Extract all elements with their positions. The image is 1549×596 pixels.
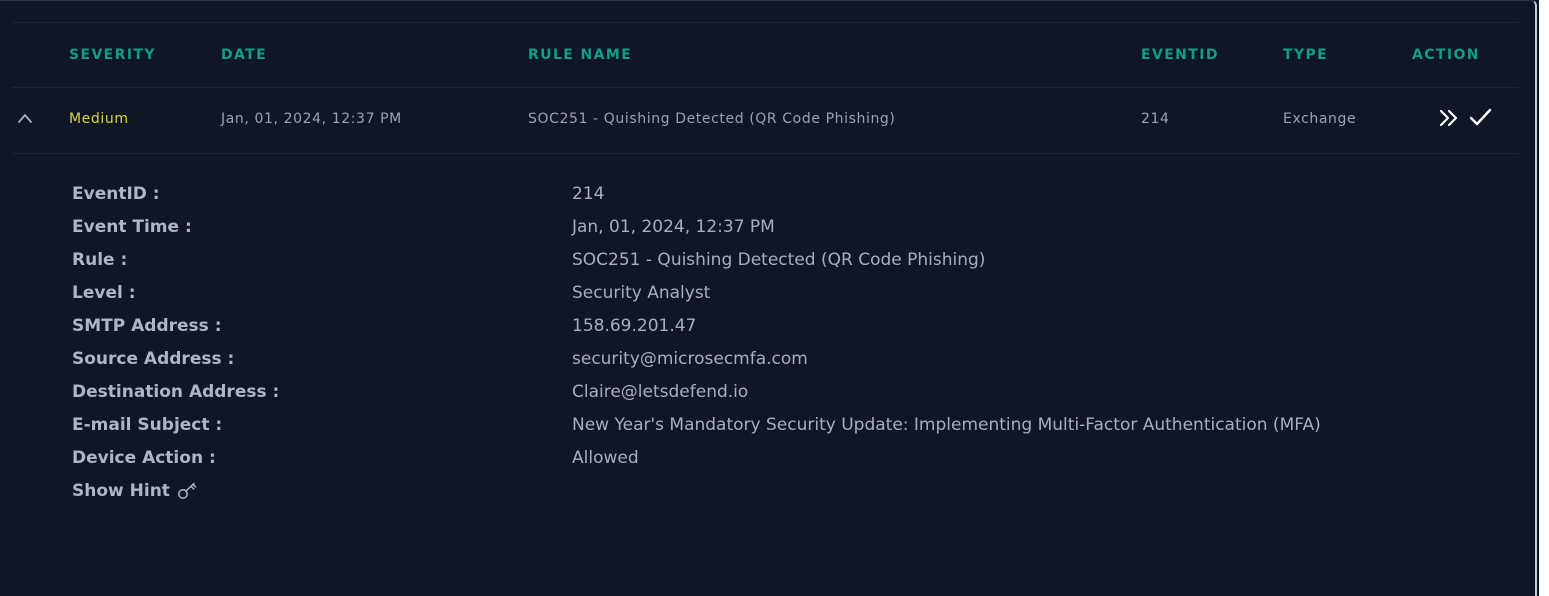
- show-hint-button[interactable]: Show Hint: [72, 481, 198, 501]
- column-header-action: ACTION: [1412, 47, 1480, 63]
- detail-value-rule: SOC251 - Quishing Detected (QR Code Phis…: [572, 250, 986, 270]
- column-header-rule-name[interactable]: RULE NAME: [528, 47, 632, 63]
- detail-label-destination-address: Destination Address :: [72, 382, 280, 402]
- detail-value-email-subject: New Year's Mandatory Security Update: Im…: [572, 415, 1321, 435]
- event-date: Jan, 01, 2024, 12:37 PM: [221, 111, 402, 127]
- chevron-up-icon[interactable]: [17, 112, 33, 124]
- event-id: 214: [1141, 111, 1170, 127]
- detail-label-level: Level :: [72, 283, 136, 303]
- column-header-type[interactable]: TYPE: [1283, 47, 1328, 63]
- rule-name: SOC251 - Quishing Detected (QR Code Phis…: [528, 111, 896, 127]
- detail-value-level: Security Analyst: [572, 283, 711, 303]
- detail-value-device-action: Allowed: [572, 448, 639, 468]
- detail-value-source-address: security@microsecmfa.com: [572, 349, 808, 369]
- detail-label-email-subject: E-mail Subject :: [72, 415, 223, 435]
- header-divider: [12, 87, 1519, 88]
- detail-label-rule: Rule :: [72, 250, 128, 270]
- show-hint-label: Show Hint: [72, 481, 170, 501]
- detail-label-source-address: Source Address :: [72, 349, 235, 369]
- severity-badge: Medium: [69, 111, 129, 127]
- column-header-eventid[interactable]: EVENTID: [1141, 47, 1219, 63]
- column-header-date[interactable]: DATE: [221, 47, 267, 63]
- row-divider: [12, 153, 1519, 154]
- event-type: Exchange: [1283, 111, 1357, 127]
- detail-value-eventid: 214: [572, 184, 605, 204]
- detail-label-eventid: EventID :: [72, 184, 160, 204]
- detail-label-smtp-address: SMTP Address :: [72, 316, 222, 336]
- column-header-severity[interactable]: SEVERITY: [69, 47, 156, 63]
- detail-value-smtp-address: 158.69.201.47: [572, 316, 697, 336]
- alert-panel: SEVERITY DATE RULE NAME EVENTID TYPE ACT…: [0, 0, 1537, 596]
- top-divider: [12, 22, 1519, 23]
- key-icon: [177, 482, 197, 499]
- detail-value-destination-address: Claire@letsdefend.io: [572, 382, 749, 402]
- detail-value-event-time: Jan, 01, 2024, 12:37 PM: [572, 217, 775, 237]
- double-chevron-right-icon[interactable]: [1439, 109, 1458, 127]
- page-edge: [1539, 0, 1549, 596]
- action-buttons: [1439, 108, 1492, 127]
- checkmark-icon[interactable]: [1469, 108, 1492, 126]
- detail-label-event-time: Event Time :: [72, 217, 192, 237]
- detail-label-device-action: Device Action :: [72, 448, 216, 468]
